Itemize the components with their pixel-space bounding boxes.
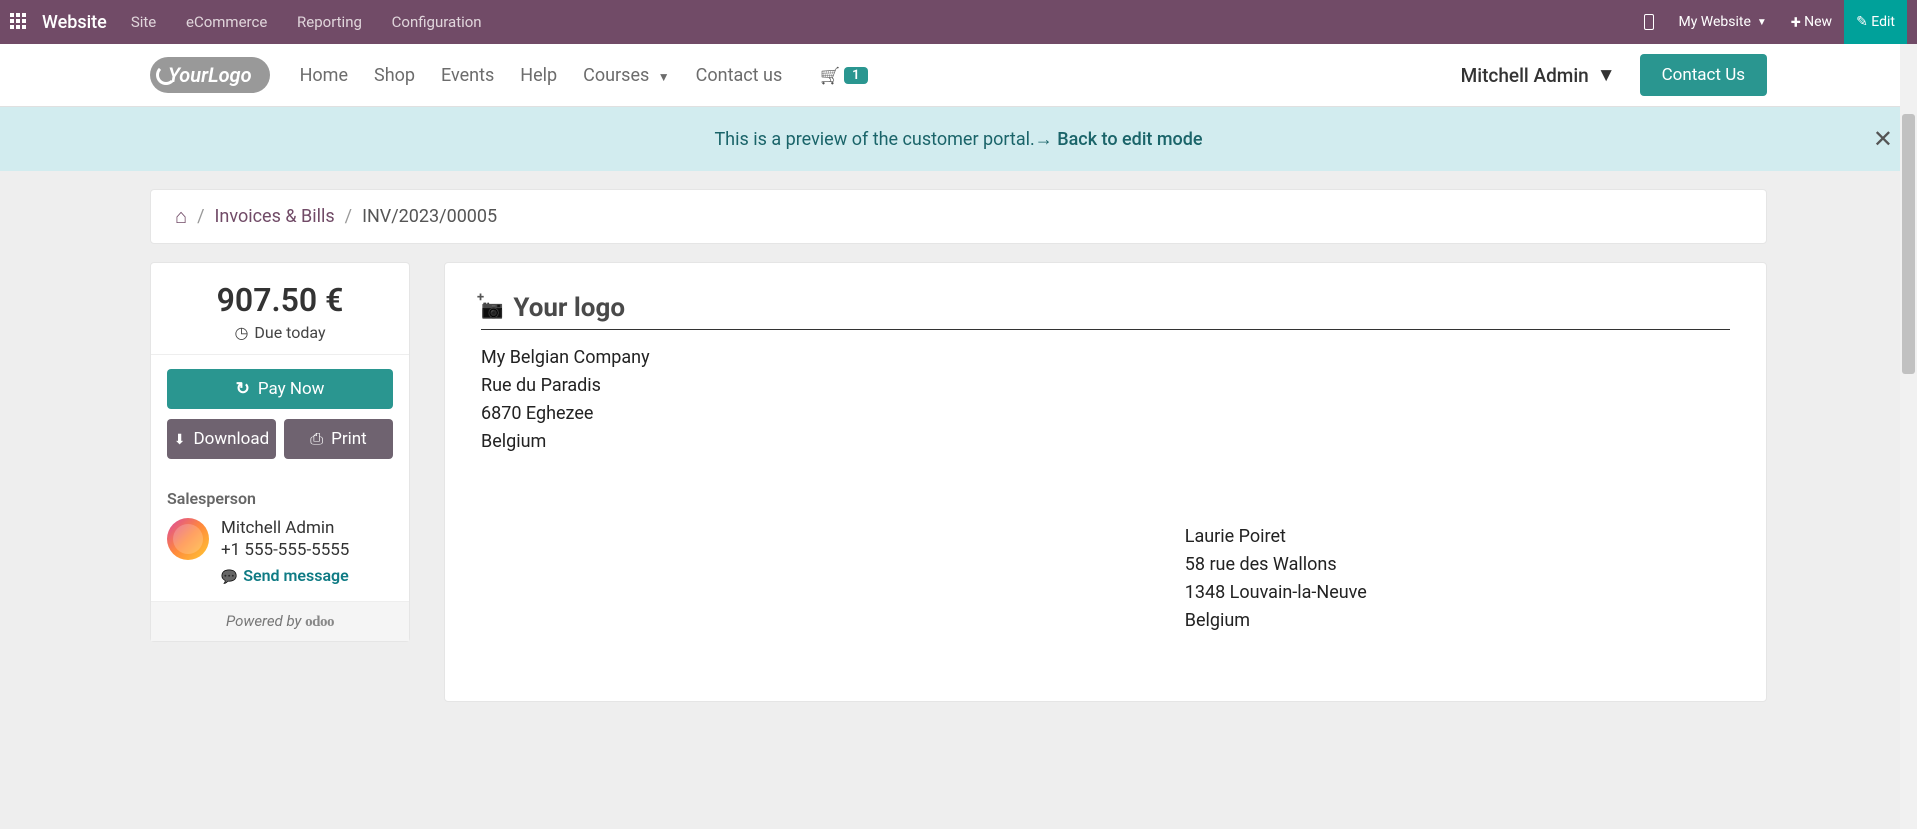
clock-icon bbox=[234, 323, 248, 342]
camera-icon[interactable]: + bbox=[481, 296, 503, 320]
cart-link[interactable]: 1 bbox=[820, 65, 867, 86]
new-label: New bbox=[1804, 14, 1832, 30]
alert-text: This is a preview of the customer portal… bbox=[714, 129, 1034, 150]
pay-now-button[interactable]: Pay Now bbox=[167, 369, 393, 409]
alert-close-button[interactable]: ✕ bbox=[1873, 125, 1893, 153]
back-to-edit-label: Back to edit mode bbox=[1057, 129, 1202, 150]
topbar-menu-reporting[interactable]: Reporting bbox=[297, 13, 362, 31]
nav-courses-label: Courses bbox=[583, 65, 649, 86]
company-address: My Belgian Company Rue du Paradis 6870 E… bbox=[481, 344, 1730, 456]
apps-grid-icon[interactable] bbox=[10, 13, 28, 31]
topbar-brand[interactable]: Website bbox=[42, 12, 107, 33]
from-line-3: 6870 Eghezee bbox=[481, 400, 1730, 428]
topbar-right: My Website ▼ New Edit bbox=[1632, 0, 1907, 44]
breadcrumb-home-icon[interactable] bbox=[175, 204, 187, 229]
chat-icon bbox=[221, 566, 237, 585]
pencil-icon bbox=[1856, 14, 1868, 30]
mobile-preview-icon[interactable] bbox=[1632, 0, 1666, 44]
breadcrumb-sep: / bbox=[197, 206, 204, 227]
edit-label: Edit bbox=[1871, 14, 1895, 30]
salesperson-avatar bbox=[167, 518, 209, 560]
breadcrumb-sep: / bbox=[345, 206, 352, 227]
back-to-edit-link[interactable]: Back to edit mode bbox=[1035, 129, 1203, 150]
scrollbar-track[interactable] bbox=[1900, 44, 1917, 829]
download-label: Download bbox=[194, 429, 270, 449]
plus-icon bbox=[1791, 12, 1801, 33]
salesperson-heading: Salesperson bbox=[167, 489, 393, 508]
salesperson-name: Mitchell Admin bbox=[221, 518, 349, 538]
invoice-amount: 907.50 € bbox=[151, 281, 409, 319]
new-button[interactable]: New bbox=[1779, 0, 1844, 44]
user-name: Mitchell Admin bbox=[1461, 64, 1589, 87]
chevron-down-icon: ▼ bbox=[1597, 63, 1616, 87]
download-button[interactable]: Download bbox=[167, 419, 276, 459]
cart-count-badge: 1 bbox=[844, 67, 867, 84]
print-button[interactable]: Print bbox=[284, 419, 393, 459]
nav-events[interactable]: Events bbox=[441, 65, 494, 86]
website-navbar: YourLogo Home Shop Events Help Courses ▼… bbox=[0, 44, 1917, 107]
nav-home[interactable]: Home bbox=[300, 65, 348, 86]
caret-down-icon: ▼ bbox=[1757, 17, 1767, 28]
edit-button[interactable]: Edit bbox=[1844, 0, 1907, 44]
topbar-menu-site[interactable]: Site bbox=[131, 13, 156, 31]
contact-us-button[interactable]: Contact Us bbox=[1640, 54, 1767, 96]
pay-icon bbox=[236, 379, 250, 399]
to-line-2: 58 rue des Wallons bbox=[1185, 551, 1367, 579]
powered-text: Powered by bbox=[226, 612, 305, 630]
scrollbar-thumb[interactable] bbox=[1902, 114, 1915, 374]
nav-help[interactable]: Help bbox=[520, 65, 557, 86]
due-text: Due today bbox=[254, 323, 325, 342]
powered-by: Powered by odoo bbox=[151, 601, 409, 641]
invoice-document: + Your logo My Belgian Company Rue du Pa… bbox=[444, 262, 1767, 702]
user-menu[interactable]: Mitchell Admin ▼ bbox=[1461, 63, 1616, 87]
breadcrumb-invoices[interactable]: Invoices & Bills bbox=[215, 206, 335, 227]
nav-shop[interactable]: Shop bbox=[374, 65, 415, 86]
chevron-down-icon: ▼ bbox=[658, 70, 670, 84]
odoo-topbar: Website Site eCommerce Reporting Configu… bbox=[0, 0, 1917, 44]
page-body: / Invoices & Bills / INV/2023/00005 907.… bbox=[0, 171, 1917, 702]
breadcrumb-current: INV/2023/00005 bbox=[362, 206, 497, 227]
pay-label: Pay Now bbox=[258, 379, 325, 399]
cart-icon bbox=[820, 65, 840, 86]
download-icon bbox=[174, 429, 186, 449]
preview-alert: This is a preview of the customer portal… bbox=[0, 107, 1917, 171]
company-logo[interactable]: YourLogo bbox=[150, 57, 270, 93]
to-line-3: 1348 Louvain-la-Neuve bbox=[1185, 579, 1367, 607]
print-label: Print bbox=[331, 429, 367, 449]
my-website-dropdown[interactable]: My Website ▼ bbox=[1666, 0, 1778, 44]
powered-brand: odoo bbox=[305, 614, 334, 630]
customer-address: Laurie Poiret 58 rue des Wallons 1348 Lo… bbox=[1185, 523, 1367, 635]
nav-contact-us[interactable]: Contact us bbox=[696, 65, 783, 86]
send-message-link[interactable]: Send message bbox=[221, 566, 349, 585]
to-line-1: Laurie Poiret bbox=[1185, 523, 1367, 551]
doc-logo-row: + Your logo bbox=[481, 293, 1730, 330]
send-message-label: Send message bbox=[243, 566, 349, 585]
from-line-1: My Belgian Company bbox=[481, 344, 1730, 372]
print-icon bbox=[310, 429, 323, 449]
from-line-2: Rue du Paradis bbox=[481, 372, 1730, 400]
topbar-menu-ecommerce[interactable]: eCommerce bbox=[186, 13, 267, 31]
invoice-sidebar: 907.50 € Due today Pay Now Download bbox=[150, 262, 410, 642]
salesperson-phone: +1 555-555-5555 bbox=[221, 540, 349, 560]
topbar-menu-configuration[interactable]: Configuration bbox=[392, 13, 482, 31]
topbar-menu: Site eCommerce Reporting Configuration bbox=[131, 13, 508, 31]
doc-logo-title: Your logo bbox=[513, 293, 625, 323]
due-label: Due today bbox=[151, 323, 409, 342]
arrow-right-icon bbox=[1035, 129, 1053, 150]
breadcrumb: / Invoices & Bills / INV/2023/00005 bbox=[150, 189, 1767, 244]
to-line-4: Belgium bbox=[1185, 607, 1367, 635]
nav-courses[interactable]: Courses ▼ bbox=[583, 65, 670, 86]
my-website-label: My Website bbox=[1678, 14, 1750, 30]
from-line-4: Belgium bbox=[481, 428, 1730, 456]
